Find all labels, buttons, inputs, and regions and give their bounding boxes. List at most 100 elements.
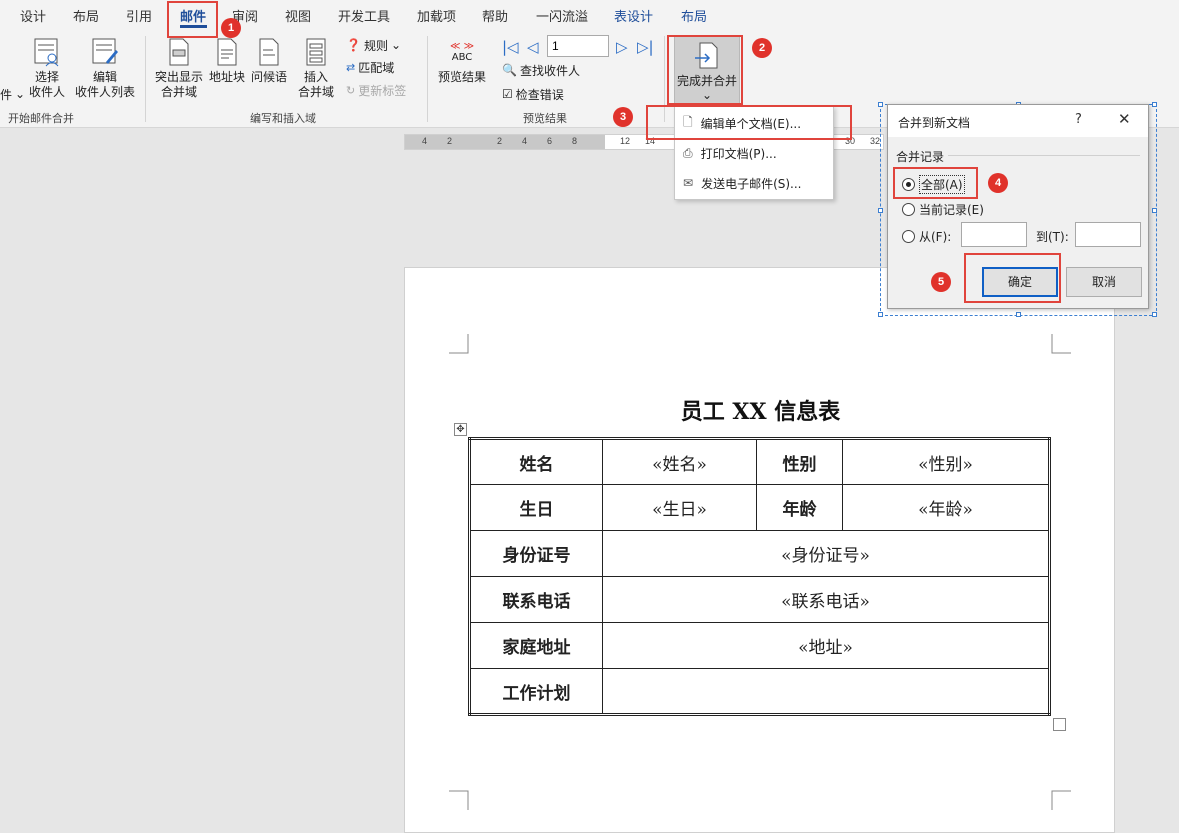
tab-table-layout[interactable]: 布局 bbox=[681, 6, 707, 25]
ruler-tick: 4 bbox=[422, 136, 428, 146]
ruler-tick: 12 bbox=[620, 136, 631, 146]
close-icon[interactable]: ✕ bbox=[1118, 110, 1131, 128]
employee-info-table: 姓名 «姓名» 性别 «性别» 生日 «生日» 年龄 «年龄» 身份证号 «身份… bbox=[468, 437, 1051, 716]
tab-yishan[interactable]: 一闪流溢 bbox=[536, 6, 588, 25]
table-row: 联系电话 «联系电话» bbox=[469, 576, 1050, 623]
tab-design[interactable]: 设计 bbox=[20, 6, 46, 25]
table-cell[interactable]: 联系电话 bbox=[469, 576, 603, 623]
table-cell[interactable]: «地址» bbox=[602, 622, 1050, 669]
table-cell[interactable]: 工作计划 bbox=[469, 668, 603, 715]
highlight-fields-icon bbox=[169, 38, 189, 66]
document-title: 员工 XX 信息表 bbox=[680, 399, 841, 425]
table-cell[interactable]: «年龄» bbox=[842, 484, 1050, 531]
menu-item-send-email[interactable]: ✉ 发送电子邮件(S)... bbox=[683, 171, 802, 195]
ruler-tick: 8 bbox=[572, 136, 578, 146]
group-separator bbox=[145, 36, 146, 122]
annotation-badge: 1 bbox=[221, 18, 241, 38]
tab-table-design[interactable]: 表设计 bbox=[614, 6, 653, 25]
update-labels-button[interactable]: ↻ 更新标签 bbox=[346, 80, 406, 100]
radio-button[interactable] bbox=[902, 230, 915, 243]
help-icon[interactable]: ? bbox=[1075, 112, 1082, 127]
next-record-icon[interactable]: ▷ bbox=[616, 38, 628, 56]
address-block-button[interactable]: 地址块 bbox=[208, 36, 246, 85]
group-label-preview: 预览结果 bbox=[523, 112, 567, 125]
table-resize-handle[interactable] bbox=[1053, 718, 1066, 731]
table-cell[interactable]: 家庭地址 bbox=[469, 622, 603, 669]
frame-handle bbox=[1152, 312, 1157, 317]
from-record-input[interactable] bbox=[961, 222, 1027, 247]
select-recipients-label: 选择 收件人 bbox=[28, 70, 65, 99]
table-cell[interactable]: «姓名» bbox=[602, 438, 757, 485]
group-label-write-insert: 编写和插入域 bbox=[250, 112, 316, 125]
greeting-line-button[interactable]: 问候语 bbox=[249, 36, 289, 85]
insert-merge-field-button[interactable]: 插入 合并域 bbox=[290, 36, 342, 100]
frame-handle bbox=[1016, 312, 1021, 317]
table-move-handle-icon[interactable]: ✥ bbox=[454, 423, 467, 436]
annotation-badge: 5 bbox=[931, 272, 951, 292]
annotation-badge: 3 bbox=[613, 107, 633, 127]
last-record-icon[interactable]: ▷| bbox=[637, 38, 654, 56]
menu-item-print-documents[interactable]: ⎙ 打印文档(P)... bbox=[683, 141, 777, 165]
find-recipient-button[interactable]: 🔍 查找收件人 bbox=[502, 60, 580, 80]
tab-help[interactable]: 帮助 bbox=[482, 6, 508, 25]
insert-field-icon bbox=[306, 38, 326, 66]
tab-view[interactable]: 视图 bbox=[285, 6, 311, 25]
address-block-label: 地址块 bbox=[208, 70, 245, 84]
tab-addins[interactable]: 加载项 bbox=[417, 6, 456, 25]
margin-corner-mark bbox=[449, 790, 469, 810]
preview-results-button[interactable]: ≪ ≫ ABC 预览结果 bbox=[434, 36, 490, 85]
dialog-titlebar[interactable]: 合并到新文档 ? ✕ bbox=[888, 105, 1148, 137]
table-cell[interactable]: 身份证号 bbox=[469, 530, 603, 577]
margin-corner-mark bbox=[1051, 334, 1071, 354]
tab-references[interactable]: 引用 bbox=[126, 6, 152, 25]
to-record-input[interactable] bbox=[1075, 222, 1141, 247]
margin-corner-mark bbox=[1051, 790, 1071, 810]
previous-record-icon[interactable]: ◁ bbox=[527, 38, 539, 56]
table-cell[interactable]: 性别 bbox=[756, 438, 843, 485]
margin-corner-mark bbox=[449, 334, 469, 354]
ruler-tick: 32 bbox=[870, 136, 881, 146]
frame-handle bbox=[878, 208, 883, 213]
table-row: 姓名 «姓名» 性别 «性别» bbox=[469, 438, 1050, 485]
envelope-icon: ✉ bbox=[683, 176, 694, 190]
record-number-input[interactable] bbox=[547, 35, 609, 57]
preview-results-label: 预览结果 bbox=[437, 70, 486, 84]
radio-button[interactable] bbox=[902, 203, 915, 216]
highlight-merge-fields-button[interactable]: 突出显示 合并域 bbox=[152, 36, 206, 100]
table-cell[interactable] bbox=[602, 668, 1050, 715]
update-labels-icon: ↻ bbox=[346, 83, 356, 97]
match-fields-button[interactable]: ⇄ 匹配域 bbox=[346, 57, 394, 77]
table-cell[interactable]: «身份证号» bbox=[602, 530, 1050, 577]
table-cell[interactable]: «生日» bbox=[602, 484, 757, 531]
find-recipient-icon: 🔍 bbox=[502, 63, 517, 77]
tab-layout[interactable]: 布局 bbox=[73, 6, 99, 25]
group-separator bbox=[427, 36, 428, 122]
first-record-icon[interactable]: |◁ bbox=[502, 38, 519, 56]
table-cell[interactable]: «性别» bbox=[842, 438, 1050, 485]
highlight-merge-fields-label: 突出显示 合并域 bbox=[154, 70, 203, 99]
document-page[interactable]: 员工 XX 信息表 ✥ 姓名 «姓名» 性别 «性别» 生日 «生日» 年龄 «… bbox=[404, 267, 1115, 833]
ruler-tick: 4 bbox=[522, 136, 528, 146]
cancel-button[interactable]: 取消 bbox=[1066, 267, 1142, 297]
edit-recipient-list-button[interactable]: 编辑 收件人列表 bbox=[74, 36, 136, 100]
table-row: 家庭地址 «地址» bbox=[469, 622, 1050, 669]
annotation-box bbox=[167, 1, 218, 38]
rules-button[interactable]: ❓ 规则 ⌄ bbox=[346, 35, 401, 55]
radio-from[interactable]: 从(F): bbox=[902, 228, 951, 245]
select-recipients-button[interactable]: 选择 收件人 bbox=[20, 36, 74, 100]
check-errors-button[interactable]: ☑ 检查错误 bbox=[502, 84, 564, 104]
ruler-tick: 2 bbox=[447, 136, 453, 146]
table-cell[interactable]: «联系电话» bbox=[602, 576, 1050, 623]
annotation-badge: 4 bbox=[988, 173, 1008, 193]
frame-handle bbox=[1152, 102, 1157, 107]
dialog-title: 合并到新文档 bbox=[898, 116, 971, 130]
table-cell[interactable]: 生日 bbox=[469, 484, 603, 531]
tab-developer[interactable]: 开发工具 bbox=[338, 6, 390, 25]
group-label-start-merge: 开始邮件合并 bbox=[8, 112, 74, 125]
table-cell[interactable]: 年龄 bbox=[756, 484, 843, 531]
address-block-icon bbox=[217, 38, 237, 66]
table-cell[interactable]: 姓名 bbox=[469, 438, 603, 485]
radio-current-record[interactable]: 当前记录(E) bbox=[902, 201, 984, 218]
printer-icon: ⎙ bbox=[683, 145, 693, 160]
to-label: 到(T): bbox=[1036, 230, 1069, 244]
